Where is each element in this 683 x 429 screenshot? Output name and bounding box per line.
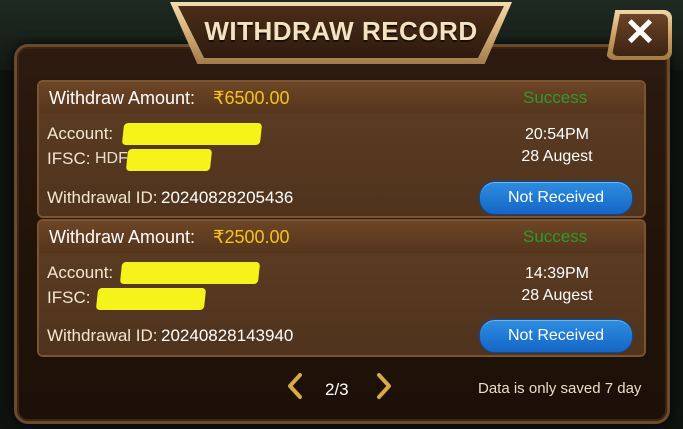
status-text: Success bbox=[523, 88, 588, 107]
record-time: 20:54PM bbox=[524, 126, 590, 143]
amount-value: ₹2500.00 bbox=[213, 227, 290, 247]
not-received-button[interactable]: Not Received bbox=[479, 181, 633, 215]
account-redaction bbox=[121, 123, 263, 145]
withdrawal-id-label: Withdrawal ID: bbox=[47, 188, 158, 207]
record-time: 14:39PM bbox=[524, 265, 590, 282]
record-card: Withdraw Amount: ₹6500.00 Success Accoun… bbox=[37, 80, 646, 218]
withdrawal-id-value: 20240828205436 bbox=[161, 188, 294, 207]
withdrawal-id-label: Withdrawal ID: bbox=[47, 326, 158, 345]
account-label: Account: bbox=[47, 124, 114, 143]
status-text: Success bbox=[523, 227, 588, 246]
chevron-right-icon[interactable] bbox=[375, 372, 393, 405]
account-redaction bbox=[119, 262, 261, 284]
record-date: 28 Augest bbox=[521, 287, 593, 304]
ifsc-redaction bbox=[95, 288, 207, 310]
page-indicator: 2/3 bbox=[325, 380, 349, 399]
not-received-button[interactable]: Not Received bbox=[479, 319, 633, 353]
chevron-left-icon[interactable] bbox=[286, 372, 304, 405]
dialog-title: WITHDRAW RECORD bbox=[204, 16, 478, 46]
amount-value: ₹6500.00 bbox=[213, 88, 290, 108]
ifsc-partial-text: HDF bbox=[95, 150, 128, 167]
ifsc-label: IFSC: bbox=[47, 149, 91, 168]
record-card: Withdraw Amount: ₹2500.00 Success Accoun… bbox=[37, 219, 646, 357]
close-icon[interactable]: ✕ bbox=[612, 10, 668, 56]
withdrawal-id-value: 20240828143940 bbox=[161, 326, 294, 345]
ifsc-label: IFSC: bbox=[47, 288, 91, 307]
record-date: 28 Augest bbox=[521, 148, 593, 165]
account-label: Account: bbox=[47, 263, 114, 282]
amount-label: Withdraw Amount: bbox=[49, 227, 196, 247]
amount-label: Withdraw Amount: bbox=[49, 88, 196, 108]
ifsc-redaction bbox=[125, 149, 213, 171]
retention-note: Data is only saved 7 day bbox=[478, 380, 642, 397]
